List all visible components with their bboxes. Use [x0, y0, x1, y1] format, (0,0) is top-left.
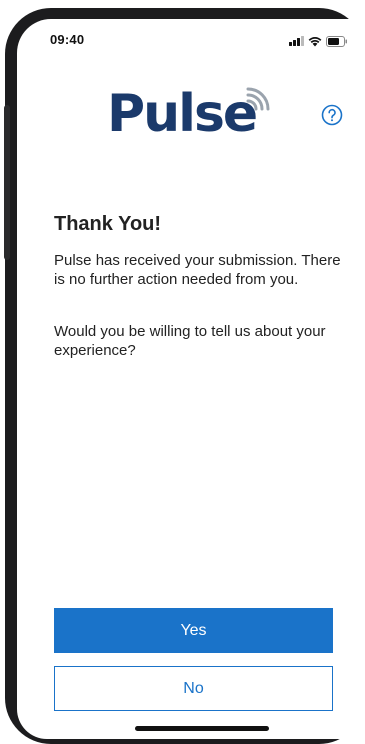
status-bar: 09:40: [17, 19, 365, 63]
signal-icon: [289, 36, 304, 46]
app-screen: 09:40 Pulse Thank You! Pulse has receive…: [17, 19, 365, 739]
wifi-icon: [308, 36, 322, 47]
no-button[interactable]: No: [54, 666, 333, 711]
logo-text: Pulse: [107, 84, 258, 144]
confirmation-message: Pulse has received your submission. Ther…: [54, 252, 341, 288]
signal-waves-icon: [246, 87, 270, 111]
page-title: Thank You!: [54, 213, 162, 235]
battery-icon: [326, 35, 348, 47]
yes-button[interactable]: Yes: [54, 608, 333, 653]
question-circle-icon[interactable]: [321, 104, 343, 126]
home-indicator: [135, 726, 269, 731]
feedback-question: Would you be willing to tell us about yo…: [54, 323, 326, 359]
status-time: 09:40: [50, 32, 85, 47]
pulse-logo: Pulse: [107, 83, 270, 145]
status-icons: [289, 35, 348, 47]
phone-side-button: [4, 105, 10, 260]
